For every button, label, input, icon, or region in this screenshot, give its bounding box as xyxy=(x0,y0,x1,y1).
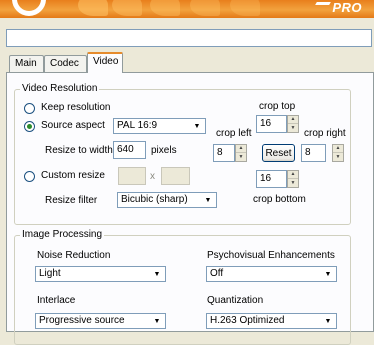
resize-to-width-label: Resize to width xyxy=(45,145,113,156)
crop-right-spinner[interactable]: ▲ ▼ xyxy=(332,144,344,162)
tab-video[interactable]: Video xyxy=(87,52,123,73)
tab-label: Video xyxy=(93,56,119,67)
custom-height-input[interactable] xyxy=(161,167,190,185)
image-processing-title: Image Processing xyxy=(20,229,105,240)
crop-right-input[interactable]: 8 xyxy=(301,144,326,162)
quantization-value: H.263 Optimized xyxy=(210,315,285,326)
crop-right-value: 8 xyxy=(305,147,311,158)
arrow-down-icon[interactable]: ▼ xyxy=(288,124,298,132)
crop-bottom-input[interactable]: 16 xyxy=(256,170,287,188)
crop-left-value: 8 xyxy=(217,147,223,158)
swirl-logo-icon xyxy=(12,0,46,16)
custom-resize-label: Custom resize xyxy=(41,170,105,181)
crop-left-label: crop left xyxy=(216,128,252,139)
quantization-label: Quantization xyxy=(207,295,264,306)
noise-reduction-value: Light xyxy=(39,268,61,279)
resize-filter-label: Resize filter xyxy=(45,195,98,206)
arrow-down-icon[interactable]: ▼ xyxy=(288,179,298,187)
brand-label: PRO xyxy=(332,0,362,15)
arrow-up-icon[interactable]: ▲ xyxy=(288,171,298,179)
crop-bottom-value: 16 xyxy=(260,173,272,184)
status-field xyxy=(6,29,372,47)
interlace-select[interactable]: Progressive source ▼ xyxy=(35,313,166,329)
reset-crop-button[interactable]: Reset xyxy=(262,144,295,162)
flame-decoration xyxy=(230,0,260,16)
source-aspect-value: PAL 16:9 xyxy=(117,120,158,131)
quantization-select[interactable]: H.263 Optimized ▼ xyxy=(206,313,337,329)
chevron-down-icon: ▼ xyxy=(324,317,332,325)
flame-decoration xyxy=(190,0,220,16)
psychovisual-select[interactable]: Off ▼ xyxy=(206,266,337,282)
arrow-up-icon[interactable]: ▲ xyxy=(236,145,246,153)
tab-codec[interactable]: Codec xyxy=(44,55,87,72)
chevron-down-icon: ▼ xyxy=(153,270,161,278)
chevron-down-icon: ▼ xyxy=(324,270,332,278)
arrow-up-icon[interactable]: ▲ xyxy=(333,145,343,153)
pixels-label: pixels xyxy=(151,145,177,156)
psychovisual-value: Off xyxy=(210,268,224,279)
source-aspect-select[interactable]: PAL 16:9 ▼ xyxy=(113,118,206,134)
crop-top-value: 16 xyxy=(260,118,272,129)
reset-button-label: Reset xyxy=(265,147,292,159)
custom-width-input[interactable] xyxy=(118,167,146,185)
chevron-down-icon: ▼ xyxy=(204,196,212,204)
interlace-label: Interlace xyxy=(37,295,76,306)
tab-label: Main xyxy=(15,58,37,69)
crop-top-spinner[interactable]: ▲ ▼ xyxy=(287,115,299,133)
crop-bottom-spinner[interactable]: ▲ ▼ xyxy=(287,170,299,188)
custom-resize-radio[interactable] xyxy=(24,171,35,182)
brand-stripe xyxy=(315,2,331,5)
noise-reduction-select[interactable]: Light ▼ xyxy=(35,266,166,282)
noise-reduction-label: Noise Reduction xyxy=(37,250,111,261)
tab-main[interactable]: Main xyxy=(9,55,44,72)
crop-top-input[interactable]: 16 xyxy=(256,115,287,133)
keep-resolution-label: Keep resolution xyxy=(41,102,111,113)
resize-filter-value: Bicubic (sharp) xyxy=(121,194,188,205)
chevron-down-icon: ▼ xyxy=(153,317,161,325)
arrow-down-icon[interactable]: ▼ xyxy=(236,153,246,161)
resize-filter-select[interactable]: Bicubic (sharp) ▼ xyxy=(117,192,217,208)
source-aspect-label: Source aspect xyxy=(41,120,105,131)
chevron-down-icon: ▼ xyxy=(193,122,201,130)
crop-top-label: crop top xyxy=(259,101,296,112)
resize-width-input[interactable]: 640 xyxy=(113,141,146,159)
flame-decoration xyxy=(150,0,180,16)
flame-decoration xyxy=(112,0,142,16)
interlace-value: Progressive source xyxy=(39,315,125,326)
tab-label: Codec xyxy=(50,58,79,69)
crop-left-input[interactable]: 8 xyxy=(213,144,235,162)
crop-bottom-label: crop bottom xyxy=(253,194,306,205)
header-banner: PRO xyxy=(0,0,374,18)
video-tab-panel: Video Resolution Keep resolution Source … xyxy=(6,72,374,345)
keep-resolution-radio[interactable] xyxy=(24,103,35,114)
psychovisual-label: Psychovisual Enhancements xyxy=(207,250,335,261)
crop-left-spinner[interactable]: ▲ ▼ xyxy=(235,144,247,162)
video-resolution-title: Video Resolution xyxy=(20,83,100,94)
flame-decoration xyxy=(78,0,108,16)
source-aspect-radio[interactable] xyxy=(24,121,35,132)
crop-right-label: crop right xyxy=(304,128,346,139)
resize-width-value: 640 xyxy=(117,144,134,155)
arrow-down-icon[interactable]: ▼ xyxy=(333,153,343,161)
custom-x-label: x xyxy=(150,171,155,182)
arrow-up-icon[interactable]: ▲ xyxy=(288,116,298,124)
